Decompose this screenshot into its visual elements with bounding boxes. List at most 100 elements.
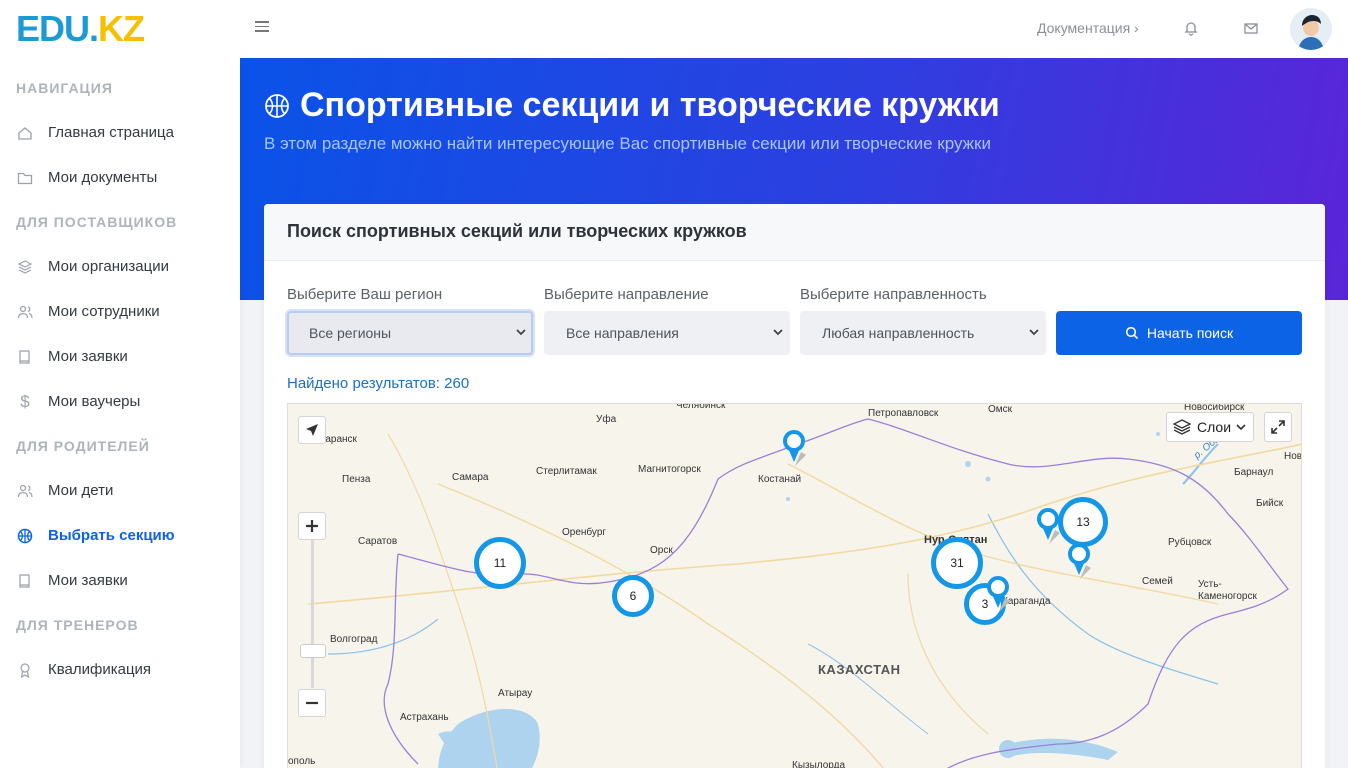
minus-icon bbox=[305, 696, 319, 710]
search-icon bbox=[1125, 326, 1139, 340]
sidebar-item-label: Мои сотрудники bbox=[48, 303, 160, 320]
sidebar-item-label: Мои ваучеры bbox=[48, 393, 140, 410]
city-label: Волгоград bbox=[330, 634, 377, 645]
focus-label: Выберите направленность bbox=[800, 286, 987, 303]
direction-select[interactable]: Все направления bbox=[544, 311, 790, 355]
city-label: Саратов bbox=[358, 536, 397, 547]
basketball-icon bbox=[264, 93, 290, 119]
search-card: Поиск спортивных секций или творческих к… bbox=[264, 204, 1325, 768]
logo[interactable]: EDU.KZ bbox=[16, 10, 144, 48]
region-select[interactable]: Все регионы bbox=[287, 311, 533, 355]
sidebar-item-organizations[interactable]: Мои организации bbox=[0, 244, 240, 289]
map-cluster[interactable]: 11 bbox=[474, 537, 526, 589]
sidebar-item-documents[interactable]: Мои документы bbox=[0, 155, 240, 200]
city-label: Челябинск bbox=[676, 403, 725, 411]
city-label: Костанай bbox=[758, 474, 801, 485]
award-icon bbox=[16, 661, 34, 679]
card-title: Поиск спортивных секций или творческих к… bbox=[264, 204, 1325, 261]
sidebar-item-employees[interactable]: Мои сотрудники bbox=[0, 289, 240, 334]
sidebar-section-title: ДЛЯ ПОСТАВЩИКОВ bbox=[0, 214, 240, 230]
chevron-down-icon bbox=[772, 326, 784, 338]
city-label: Орск bbox=[650, 545, 673, 556]
chevron-down-icon bbox=[1028, 326, 1040, 338]
city-label: Кызылорда bbox=[792, 760, 845, 768]
chevron-down-icon bbox=[1235, 421, 1247, 433]
city-label: Пенза bbox=[342, 474, 370, 485]
map-cluster[interactable]: 13 bbox=[1058, 497, 1108, 547]
city-label: Магнитогорск bbox=[638, 464, 701, 475]
layers-button[interactable]: Слои bbox=[1166, 412, 1254, 442]
logo-edu: EDU bbox=[16, 8, 89, 49]
city-label: ополь bbox=[288, 756, 315, 767]
map-cluster[interactable]: 6 bbox=[612, 575, 654, 617]
home-icon bbox=[16, 124, 34, 142]
top-bar: EDU.KZ Документация › bbox=[0, 0, 1348, 58]
country-label: КАЗАХСТАН bbox=[818, 662, 901, 677]
city-label: Самара bbox=[452, 472, 488, 483]
sidebar-item-home[interactable]: Главная страница bbox=[0, 110, 240, 155]
users-icon bbox=[16, 303, 34, 321]
user-avatar[interactable] bbox=[1290, 8, 1332, 50]
map-marker-icon[interactable] bbox=[986, 574, 1012, 614]
fullscreen-button[interactable] bbox=[1264, 412, 1292, 442]
layers-icon bbox=[1173, 419, 1191, 435]
sidebar-item-children[interactable]: Мои дети bbox=[0, 468, 240, 513]
users-icon bbox=[16, 482, 34, 500]
locate-button[interactable] bbox=[298, 416, 326, 444]
city-label: Семей bbox=[1142, 576, 1173, 587]
page-title: Спортивные секции и творческие кружки bbox=[264, 86, 1000, 125]
sidebar-item-choose-section[interactable]: Выбрать секцию bbox=[0, 513, 240, 558]
region-select-value: Все регионы bbox=[309, 325, 391, 341]
city-label: Рубцовск bbox=[1168, 537, 1211, 548]
sidebar-item-vouchers[interactable]: $ Мои ваучеры bbox=[0, 379, 240, 424]
results-count: Найдено результатов: 260 bbox=[287, 375, 469, 392]
start-search-button[interactable]: Начать поиск bbox=[1056, 311, 1302, 355]
folder-icon bbox=[16, 169, 34, 187]
sidebar-section-title: ДЛЯ ТРЕНЕРОВ bbox=[0, 617, 240, 633]
sidebar-item-applications[interactable]: Мои заявки bbox=[0, 334, 240, 379]
zoom-slider-track[interactable] bbox=[311, 540, 314, 688]
focus-select[interactable]: Любая направленность bbox=[800, 311, 1046, 355]
plus-icon bbox=[305, 519, 319, 533]
sidebar-item-label: Выбрать секцию bbox=[48, 527, 175, 544]
start-search-label: Начать поиск bbox=[1147, 325, 1233, 341]
navigation-arrow-icon bbox=[305, 423, 319, 437]
zoom-in-button[interactable] bbox=[298, 512, 326, 540]
sidebar-item-label: Мои заявки bbox=[48, 348, 128, 365]
book-icon bbox=[16, 572, 34, 590]
sidebar-item-qualification[interactable]: Квалификация bbox=[0, 647, 240, 692]
direction-select-value: Все направления bbox=[566, 325, 679, 341]
region-label: Выберите Ваш регион bbox=[287, 286, 442, 303]
zoom-slider-handle[interactable] bbox=[300, 644, 326, 658]
sidebar-section-title: НАВИГАЦИЯ bbox=[0, 80, 240, 96]
map-cluster[interactable]: 31 bbox=[931, 537, 983, 589]
expand-icon bbox=[1271, 420, 1285, 434]
sidebar-item-label: Мои организации bbox=[48, 258, 169, 275]
map[interactable]: Челябинск Петропавловск Омск Новосибирск… bbox=[287, 403, 1302, 768]
mail-icon[interactable] bbox=[1243, 20, 1259, 36]
focus-select-value: Любая направленность bbox=[822, 325, 974, 341]
zoom-out-button[interactable] bbox=[298, 689, 326, 717]
sidebar-item-label: Мои заявки bbox=[48, 572, 128, 589]
basketball-icon bbox=[16, 527, 34, 545]
sidebar-item-my-applications[interactable]: Мои заявки bbox=[0, 558, 240, 603]
city-label: Петропавловск bbox=[868, 408, 938, 419]
layers-icon bbox=[16, 258, 34, 276]
city-label: Стерлитамак bbox=[536, 466, 597, 477]
documentation-link[interactable]: Документация › bbox=[1037, 20, 1139, 36]
city-label: Усть-Каменогорск bbox=[1198, 579, 1278, 603]
bell-icon[interactable] bbox=[1183, 20, 1199, 36]
city-label: Омск bbox=[988, 404, 1012, 415]
direction-label: Выберите направление bbox=[544, 286, 709, 303]
menu-toggle-icon[interactable] bbox=[255, 21, 269, 35]
map-marker-icon[interactable] bbox=[782, 428, 808, 468]
layers-label: Слои bbox=[1197, 419, 1231, 435]
city-label: Оренбург bbox=[562, 527, 606, 538]
book-icon bbox=[16, 348, 34, 366]
sidebar: НАВИГАЦИЯ Главная страница Мои документы… bbox=[0, 58, 240, 768]
map-marker-icon[interactable] bbox=[1036, 506, 1062, 546]
dollar-icon: $ bbox=[16, 393, 34, 411]
sidebar-item-label: Квалификация bbox=[48, 661, 151, 678]
map-marker-icon[interactable] bbox=[1067, 541, 1093, 581]
sidebar-item-label: Мои дети bbox=[48, 482, 113, 499]
